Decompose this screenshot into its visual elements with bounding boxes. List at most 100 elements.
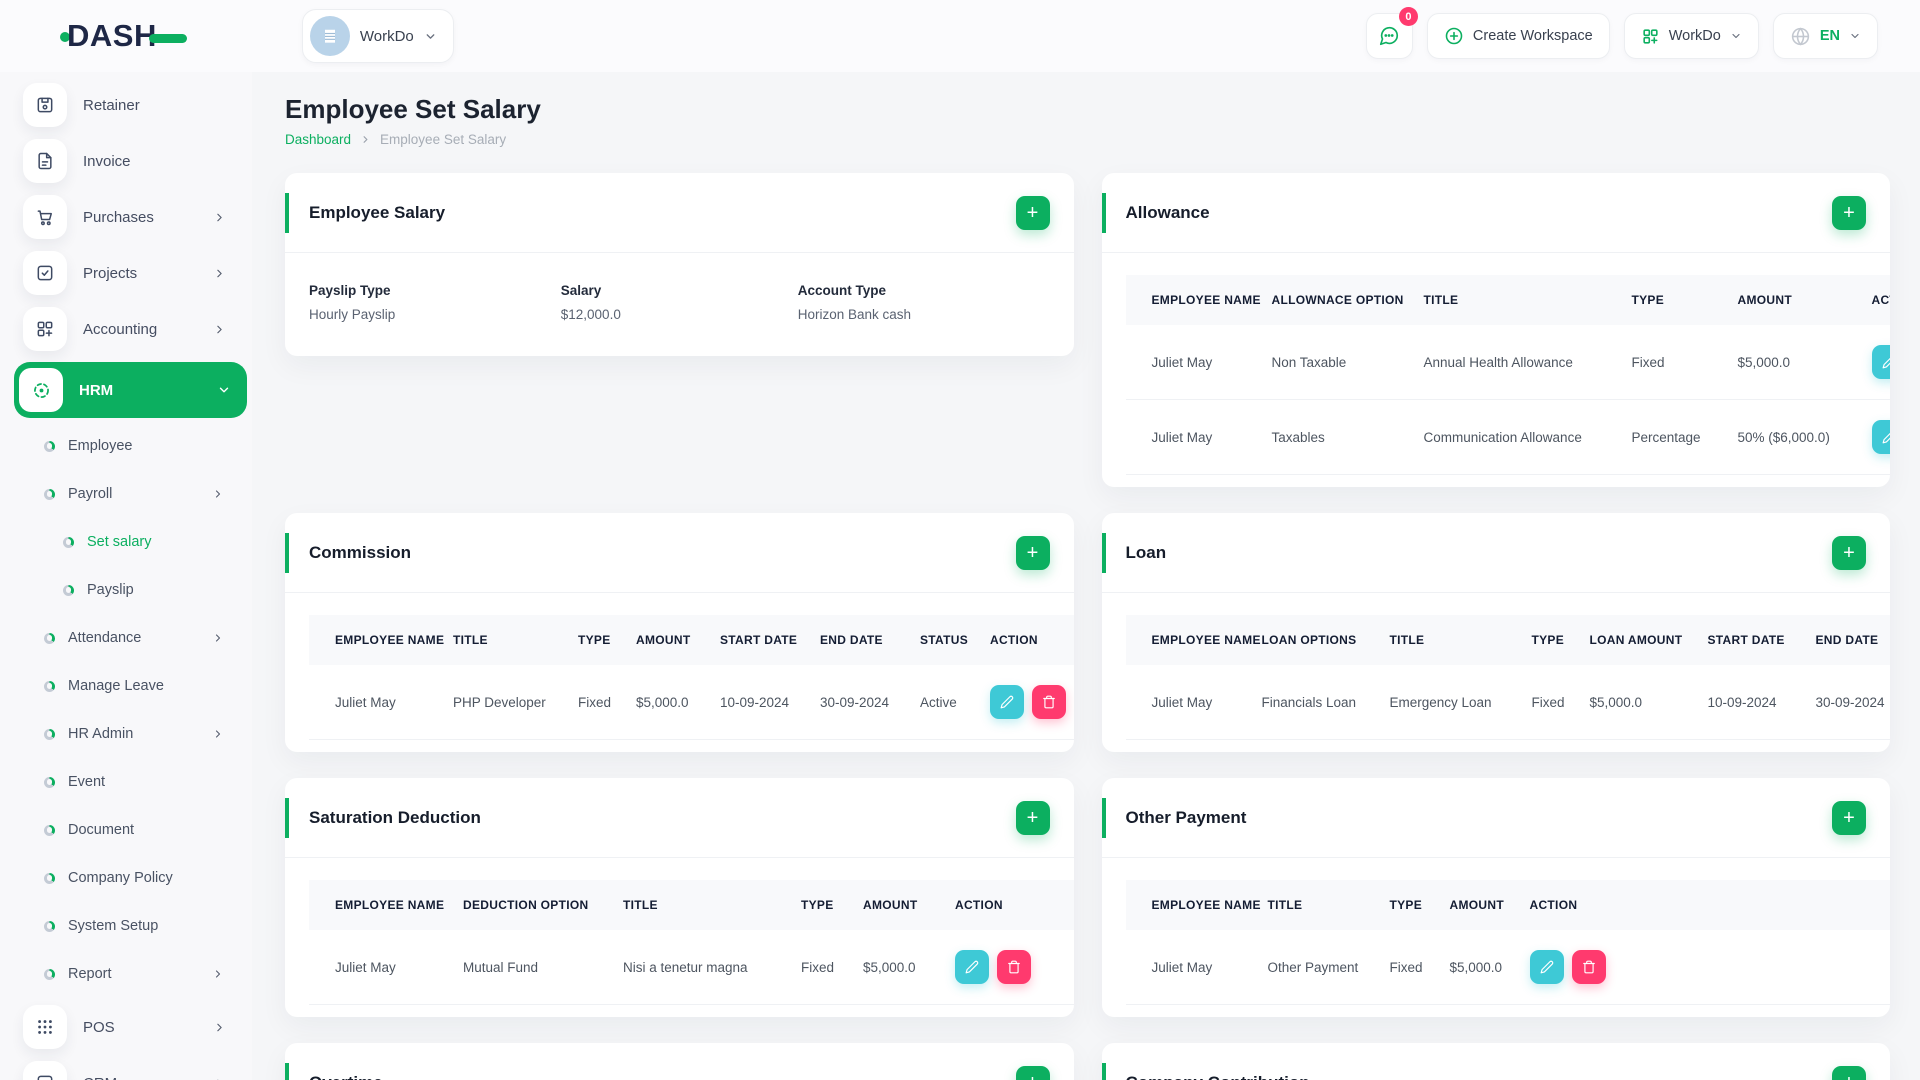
sidebar-item-manage-leave[interactable]: Manage Leave [23,662,252,710]
add-company-contribution-button[interactable]: + [1832,1065,1866,1080]
check-square-icon [23,251,67,295]
crm-icon [23,1061,67,1080]
bullet-icon [44,824,55,836]
create-workspace-label: Create Workspace [1472,28,1593,44]
delete-button[interactable] [1571,950,1606,984]
card-title: Commission [309,542,412,562]
card-header: Saturation Deduction + [285,778,1074,858]
chevron-down-icon [424,30,437,43]
card-title: Loan [1125,542,1167,562]
chevron-right-icon [360,134,371,145]
bullet-icon [44,632,55,644]
card-title: Employee Salary [309,202,446,222]
add-allowance-button[interactable]: + [1832,195,1866,230]
app-logo[interactable]: DASH [60,18,187,54]
building-icon [324,29,335,43]
messages-button[interactable]: 0 [1365,7,1418,59]
table-header-row: EMPLOYEE NAME TITLE TYPE AMOUNT START DA… [309,615,1074,665]
card-header: Allowance + [1101,173,1890,253]
table-header-row: EMPLOYEE NAME LOAN OPTIONS TITLE TYPE LO… [1125,615,1890,665]
allowance-table-wrap: EMPLOYEE NAME ALLOWNACE OPTION TITLE TYP… [1102,253,1890,487]
workdo-menu-label: WorkDo [1668,28,1721,44]
sidebar-item-pos[interactable]: POS [23,1004,252,1050]
table-header-row: EMPLOYEE NAME ALLOWNACE OPTION TITLE TYP… [1125,275,1890,325]
sidebar: Retainer Invoice Purchases Projects Acco… [0,72,252,1080]
bullet-icon [44,776,55,788]
topbar: DASH WorkDo 0 Create Workspace WorkDo EN [0,0,1920,72]
sidebar-item-payroll[interactable]: Payroll [23,470,252,518]
saturation-table-wrap: EMPLOYEE NAME DEDUCTION OPTION TITLE TYP… [285,858,1074,1017]
table-row: Juliet May Mutual Fund Nisi a tenetur ma… [309,930,1074,1005]
hrm-icon [19,368,63,412]
loan-table-wrap: EMPLOYEE NAME LOAN OPTIONS TITLE TYPE LO… [1102,593,1890,752]
allowance-table: EMPLOYEE NAME ALLOWNACE OPTION TITLE TYP… [1125,275,1890,475]
bullet-icon [44,440,55,452]
edit-button[interactable] [990,685,1024,719]
logo-dash-icon [148,33,187,43]
sidebar-item-attendance[interactable]: Attendance [23,614,252,662]
table-row: Juliet May PHP Developer Fixed $5,000.0 … [309,665,1074,740]
add-saturation-deduction-button[interactable]: + [1015,800,1050,835]
sidebar-item-hrm[interactable]: HRM [14,362,247,418]
workdo-menu-button[interactable]: WorkDo [1623,13,1759,59]
workspace-selector[interactable]: WorkDo [301,9,454,63]
table-row: Juliet May Taxables Communication Allowa… [1125,399,1890,475]
add-employee-salary-button[interactable]: + [1015,195,1050,230]
sidebar-item-retainer[interactable]: Retainer [23,82,252,128]
card-header: Other Payment + [1101,778,1890,858]
field-account-type: Account Type Horizon Bank cash [797,283,912,322]
sidebar-item-crm[interactable]: CRM [23,1060,252,1080]
pencil-icon [1540,960,1553,974]
edit-button[interactable] [1871,345,1890,379]
sidebar-item-hr-admin[interactable]: HR Admin [23,710,252,758]
grid-plus-icon [23,307,67,351]
commission-table: EMPLOYEE NAME TITLE TYPE AMOUNT START DA… [309,615,1074,740]
sidebar-item-set-salary[interactable]: Set salary [23,518,252,566]
sidebar-item-projects[interactable]: Projects [23,250,252,296]
sidebar-item-company-policy[interactable]: Company Policy [23,854,252,902]
chevron-right-icon [213,1077,226,1080]
card-accent [285,798,289,838]
chevron-down-icon [1849,30,1861,42]
chevron-right-icon [213,267,226,280]
language-label: EN [1819,28,1840,44]
breadcrumb-current: Employee Set Salary [380,132,507,147]
saturation-deduction-table: EMPLOYEE NAME DEDUCTION OPTION TITLE TYP… [309,880,1074,1005]
card-accent [285,1063,289,1080]
grid-dots-icon [23,1005,67,1049]
pencil-icon [965,960,979,974]
edit-button[interactable] [955,950,989,984]
bullet-icon [44,680,55,692]
sidebar-item-report[interactable]: Report [23,950,252,998]
card-header: Commission + [285,513,1074,593]
add-other-payment-button[interactable]: + [1832,800,1866,835]
sidebar-item-accounting[interactable]: Accounting [23,306,252,352]
sidebar-item-document[interactable]: Document [23,806,252,854]
add-overtime-button[interactable]: + [1015,1065,1050,1080]
page-title: Employee Set Salary [285,94,541,124]
delete-button[interactable] [1032,685,1066,719]
trash-icon [1582,960,1595,974]
chat-bubble-icon [1380,26,1399,46]
card-title: Saturation Deduction [309,807,481,827]
chevron-right-icon [213,323,226,336]
sidebar-item-employee[interactable]: Employee [23,422,252,470]
sidebar-item-payslip[interactable]: Payslip [23,566,252,614]
sidebar-item-system-setup[interactable]: System Setup [23,902,252,950]
language-button[interactable]: EN [1772,13,1878,59]
breadcrumb-dashboard-link[interactable]: Dashboard [285,132,351,147]
sidebar-item-event[interactable]: Event [23,758,252,806]
edit-button[interactable] [1871,420,1890,454]
create-workspace-button[interactable]: Create Workspace [1426,13,1610,59]
add-commission-button[interactable]: + [1015,535,1050,570]
sidebar-item-purchases[interactable]: Purchases [23,194,252,240]
card-other-payment: Other Payment + EMPLOYEE NAME TITLE TYPE… [1101,778,1890,1017]
card-saturation-deduction: Saturation Deduction + EMPLOYEE NAME DED… [285,778,1074,1017]
loan-table: EMPLOYEE NAME LOAN OPTIONS TITLE TYPE LO… [1125,615,1890,740]
delete-button[interactable] [997,950,1031,984]
sidebar-item-invoice[interactable]: Invoice [23,138,252,184]
add-loan-button[interactable]: + [1832,535,1866,570]
edit-button[interactable] [1529,950,1564,984]
trash-icon [1008,960,1020,974]
workspace-avatar [309,16,350,56]
